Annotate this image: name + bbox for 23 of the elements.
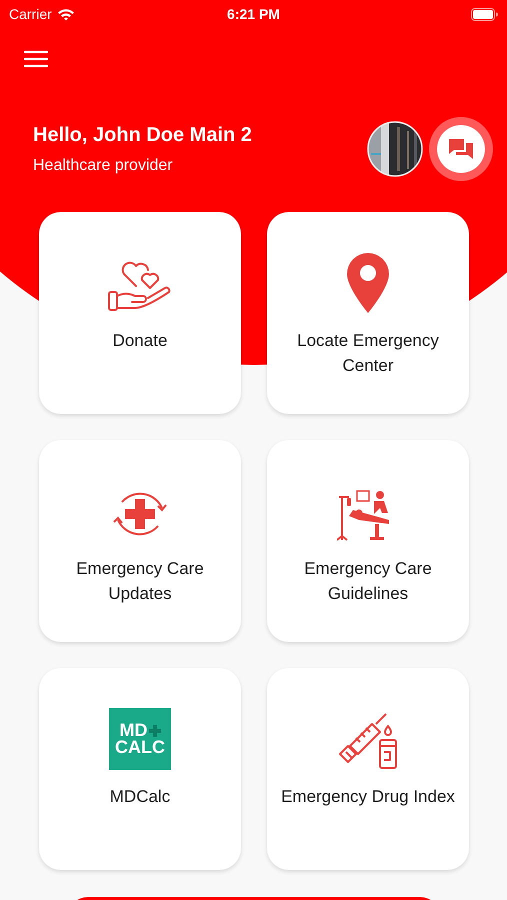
menu-tile[interactable]: Emergency Drug Index [267,668,469,870]
menu-tile[interactable]: Emergency Care Guidelines [267,440,469,642]
tile-label: Donate [112,330,168,352]
menu-tile[interactable]: Emergency Care Updates [39,440,241,642]
greeting-text: Hello, John Doe Main 2 [33,124,252,146]
app-logo: MD CALC [109,708,171,770]
carrier-label: Carrier [9,6,52,22]
tile-label: Emergency Care Guidelines [303,558,433,605]
menu-icon[interactable] [24,50,48,68]
clock-time: 6:21 PM [227,6,280,22]
tile-label: Locate Emergency Center [296,330,440,377]
battery-icon [470,8,498,20]
tile-label: MDCalc [108,786,172,808]
chat-icon [448,137,474,161]
menu-tile[interactable]: MD CALC MDCalc [39,668,241,870]
tile-label: Emergency Drug Index [280,786,456,808]
location-pin-icon [346,252,390,314]
syringe-vial-icon [336,712,400,770]
menu-tile[interactable]: Donate [39,212,241,414]
wifi-icon [56,8,75,20]
tile-label: Emergency Care Updates [75,558,205,605]
menu-tile[interactable]: Locate Emergency Center [267,212,469,414]
role-text: Healthcare provider [33,156,174,174]
